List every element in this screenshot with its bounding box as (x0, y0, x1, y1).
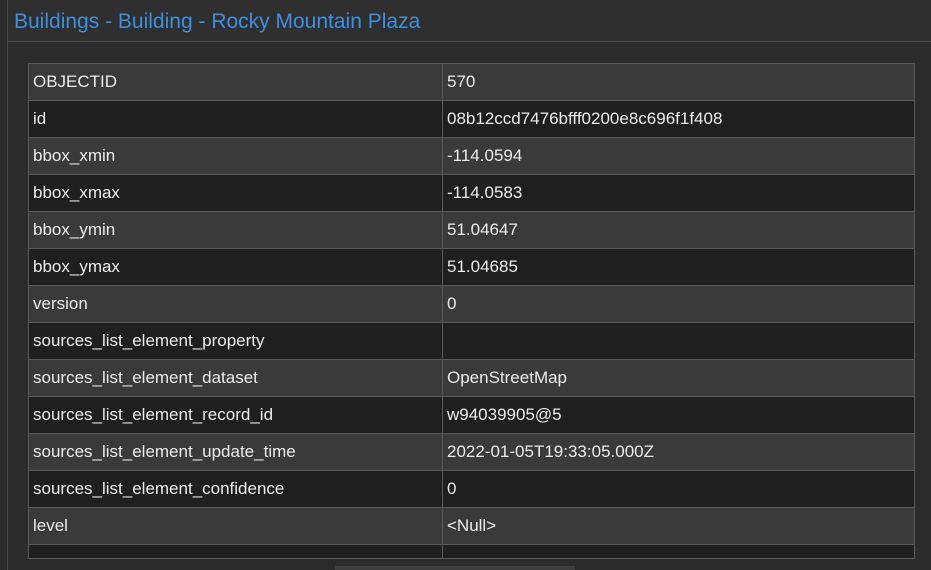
table-row: bbox_ymax 51.04685 (28, 248, 915, 286)
title-separator-2: - (192, 10, 212, 33)
table-row: id 08b12ccd7476bfff0200e8c696f1f408 (28, 100, 915, 138)
field-value: <Null> (442, 507, 915, 545)
field-value: 51.04647 (442, 211, 915, 249)
popup-content[interactable]: OBJECTID 570 id 08b12ccd7476bfff0200e8c6… (7, 42, 931, 570)
field-name: bbox_ymax (28, 248, 443, 286)
field-value: 0 (442, 470, 915, 508)
field-name: sources_list_element_property (28, 322, 443, 360)
title-subtype: Building (117, 10, 193, 33)
attribute-table: OBJECTID 570 id 08b12ccd7476bfff0200e8c6… (28, 63, 915, 559)
title-feature: Rocky Mountain Plaza (211, 10, 421, 33)
field-name: OBJECTID (28, 63, 443, 101)
field-value: 2022-01-05T19:33:05.000Z (442, 433, 915, 471)
field-value (442, 322, 915, 360)
field-value: 08b12ccd7476bfff0200e8c696f1f408 (442, 100, 915, 138)
field-name: bbox_xmin (28, 137, 443, 175)
field-name: sources_list_element_update_time (28, 433, 443, 471)
field-name: bbox_ymin (28, 211, 443, 249)
field-value: w94039905@5 (442, 396, 915, 434)
title-layer: Buildings (14, 10, 100, 33)
field-name: id (28, 100, 443, 138)
title-separator: - (99, 10, 118, 33)
table-row: sources_list_element_property (28, 322, 915, 360)
table-row: sources_list_element_dataset OpenStreetM… (28, 359, 915, 397)
popup-window: Buildings - Building - Rocky Mountain Pl… (0, 0, 931, 570)
field-name: sources_list_element_dataset (28, 359, 443, 397)
field-value: 0 (442, 285, 915, 323)
field-value (442, 544, 915, 559)
table-row: bbox_xmin -114.0594 (28, 137, 915, 175)
table-row-partial (28, 544, 915, 559)
popup-title-bar: Buildings - Building - Rocky Mountain Pl… (7, 0, 931, 42)
field-value: -114.0583 (442, 174, 915, 212)
table-row: sources_list_element_confidence 0 (28, 470, 915, 508)
table-row: version 0 (28, 285, 915, 323)
field-name: sources_list_element_record_id (28, 396, 443, 434)
field-name (28, 544, 443, 559)
field-name: version (28, 285, 443, 323)
table-row: sources_list_element_update_time 2022-01… (28, 433, 915, 471)
popup-title: Buildings - Building - Rocky Mountain Pl… (14, 10, 420, 34)
field-name: level (28, 507, 443, 545)
table-row: bbox_ymin 51.04647 (28, 211, 915, 249)
field-value: 570 (442, 63, 915, 101)
table-row: level <Null> (28, 507, 915, 545)
table-row: OBJECTID 570 (28, 63, 915, 101)
table-row: bbox_xmax -114.0583 (28, 174, 915, 212)
field-value: -114.0594 (442, 137, 915, 175)
table-row: sources_list_element_record_id w94039905… (28, 396, 915, 434)
field-name: sources_list_element_confidence (28, 470, 443, 508)
field-value: OpenStreetMap (442, 359, 915, 397)
field-name: bbox_xmax (28, 174, 443, 212)
field-value: 51.04685 (442, 248, 915, 286)
horizontal-scrollbar[interactable] (335, 566, 575, 570)
